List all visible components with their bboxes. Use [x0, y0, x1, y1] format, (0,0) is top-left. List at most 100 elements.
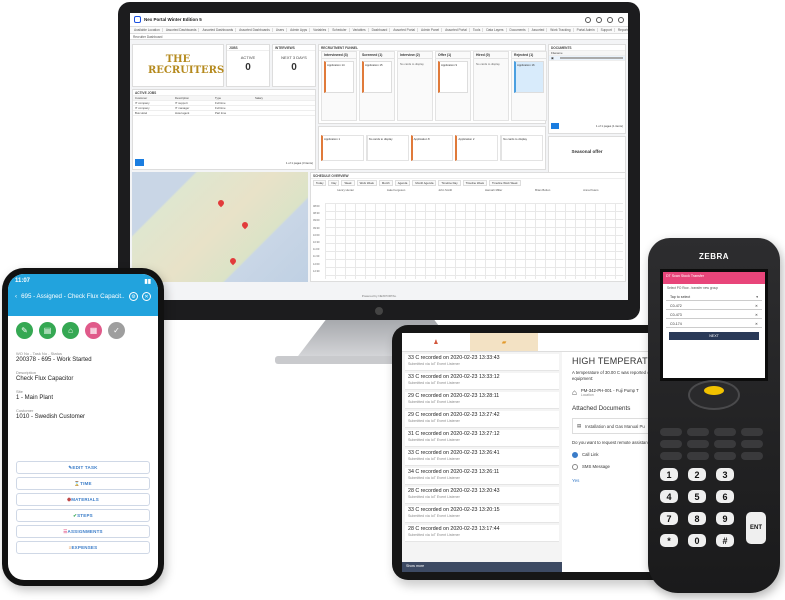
main-tab[interactable]: Tools — [471, 28, 484, 32]
jobs-column-header[interactable]: Customer — [135, 96, 169, 100]
calendar-view-button[interactable]: Day — [328, 180, 340, 186]
main-tab[interactable]: Support — [599, 28, 615, 32]
pipeline-card[interactable]: Application 9 — [438, 61, 468, 93]
map-pin-icon[interactable] — [228, 256, 238, 266]
checklist-icon[interactable]: ▤ — [39, 322, 56, 339]
calendar-view-button[interactable]: Today — [313, 180, 327, 186]
keypad-key-5[interactable]: 5 — [688, 490, 706, 503]
show-more-link[interactable]: Show more — [402, 562, 562, 572]
calendar-view-button[interactable]: Timeline Day — [438, 180, 461, 186]
calendar-view-button[interactable]: Week — [341, 180, 355, 186]
main-tab[interactable]: Assorted Dashboards — [164, 28, 200, 32]
main-tab[interactable]: Assorted — [530, 28, 548, 32]
scanner-next-button[interactable]: NEXT — [669, 332, 759, 340]
scanner-list-row[interactable]: C0-473 ✕ — [666, 312, 762, 319]
back-icon[interactable]: ‹ — [15, 293, 17, 300]
calendar-icon[interactable]: ▦ — [85, 322, 102, 339]
settings-icon[interactable] — [596, 16, 602, 23]
pipeline-card[interactable]: Application 1 — [321, 135, 364, 161]
materials-button[interactable]: ⬣ MATERIALS — [16, 493, 150, 506]
document-row[interactable]: ▣ — [549, 56, 625, 61]
main-tab[interactable]: Data Layers — [484, 28, 507, 32]
event-list-item[interactable]: 33 C recorded on 2020-02-23 13:26:41 Subm… — [405, 449, 559, 466]
enter-key[interactable]: ENT — [746, 512, 766, 544]
function-key[interactable] — [660, 452, 682, 460]
map-pin-icon[interactable] — [240, 220, 250, 230]
main-tab[interactable]: Portal Admin — [575, 28, 598, 32]
keypad-key-6[interactable]: 6 — [716, 490, 734, 503]
main-tab[interactable]: Dashboard — [370, 28, 391, 32]
notifications-icon[interactable] — [585, 16, 591, 23]
main-tab[interactable]: Work Tracking — [548, 28, 574, 32]
scanner-select[interactable]: Tap to select ▾ — [666, 294, 762, 301]
pipeline-card[interactable]: Application 14 — [324, 61, 354, 93]
function-key[interactable] — [687, 428, 709, 436]
event-list-item[interactable]: 28 C recorded on 2020-02-23 13:20:43 Subm… — [405, 487, 559, 504]
keypad-key-4[interactable]: 4 — [660, 490, 678, 503]
scan-trigger-button[interactable] — [704, 386, 724, 395]
calendar-view-button[interactable]: Timeline Work Week — [488, 180, 521, 186]
function-key[interactable] — [741, 452, 763, 460]
home-icon[interactable]: ⌂ — [62, 322, 79, 339]
function-key[interactable] — [741, 428, 763, 436]
keypad-key-7[interactable]: 7 — [660, 512, 678, 525]
keypad-key-*[interactable]: * — [660, 534, 678, 547]
function-key[interactable] — [660, 440, 682, 448]
keypad-key-8[interactable]: 8 — [688, 512, 706, 525]
map-pin-icon[interactable] — [216, 198, 226, 208]
jobs-column-header[interactable]: Description — [175, 96, 209, 100]
user-avatar-icon[interactable] — [618, 16, 624, 23]
event-list-item[interactable]: 33 C recorded on 2020-02-23 13:33:12 Subm… — [405, 373, 559, 390]
tablet-tab-worker[interactable]: ♟ — [402, 333, 470, 351]
calendar-view-button[interactable]: Timeline Week — [462, 180, 487, 186]
calendar-view-button[interactable]: Work Week — [356, 180, 377, 186]
scanner-list-row[interactable]: C0-472 ✕ — [666, 303, 762, 310]
function-key[interactable] — [714, 440, 736, 448]
check-icon[interactable]: ✓ — [108, 322, 125, 339]
event-list-item[interactable]: 33 C recorded on 2020-02-23 13:33:43 Subm… — [405, 354, 559, 371]
remove-icon[interactable]: ✕ — [755, 304, 758, 308]
event-list-item[interactable]: 33 C recorded on 2020-02-23 13:20:15 Subm… — [405, 506, 559, 523]
keypad-key-2[interactable]: 2 — [688, 468, 706, 481]
remove-icon[interactable]: ✕ — [755, 322, 758, 326]
event-list-item[interactable]: 29 C recorded on 2020-02-23 13:28:11 Subm… — [405, 392, 559, 409]
calendar-view-button[interactable]: Month Agenda — [412, 180, 437, 186]
close-icon[interactable]: ✕ — [142, 292, 151, 301]
scanner-list-row[interactable]: C0-174 ✕ — [666, 321, 762, 328]
edit-task-button[interactable]: ✎ EDIT TASK — [16, 461, 150, 474]
event-list-item[interactable]: 28 C recorded on 2020-02-23 13:17:44 Subm… — [405, 525, 559, 542]
function-key[interactable] — [687, 452, 709, 460]
jobs-column-header[interactable]: Salary — [255, 96, 289, 100]
main-tab[interactable]: Available Location — [132, 28, 163, 32]
remove-icon[interactable]: ✕ — [755, 313, 758, 317]
keypad-key-9[interactable]: 9 — [716, 512, 734, 525]
function-key[interactable] — [687, 440, 709, 448]
main-tab[interactable]: Assorted Portal — [391, 28, 419, 32]
calendar-view-button[interactable]: Agenda — [394, 180, 411, 186]
main-tab[interactable]: Assorted Portal — [443, 28, 470, 32]
main-tab[interactable]: Scheduler — [330, 28, 350, 32]
pipeline-card[interactable]: Application 15 — [362, 61, 392, 93]
candidates-map[interactable] — [132, 172, 308, 282]
main-tab[interactable]: Variables — [311, 28, 330, 32]
main-tab[interactable]: Admin Apps — [288, 28, 311, 32]
function-key[interactable] — [714, 452, 736, 460]
main-tab[interactable]: Documents — [508, 28, 529, 32]
settings-icon[interactable]: ⚙ — [129, 292, 138, 301]
time-button[interactable]: ⌛ TIME — [16, 477, 150, 490]
main-tab[interactable]: Users — [274, 28, 288, 32]
keypad-key-1[interactable]: 1 — [660, 468, 678, 481]
main-tab[interactable]: Admin Panel — [419, 28, 443, 32]
keypad-key-#[interactable]: # — [716, 534, 734, 547]
keypad-key-0[interactable]: 0 — [688, 534, 706, 547]
event-list-item[interactable]: 31 C recorded on 2020-02-23 13:27:12 Subm… — [405, 430, 559, 447]
pipeline-card[interactable]: Application 2 — [455, 135, 499, 161]
main-tab[interactable]: Variables — [351, 28, 369, 32]
help-icon[interactable] — [607, 16, 613, 23]
pipeline-card[interactable]: Application 8 — [410, 135, 454, 161]
edit-icon[interactable]: ✎ — [16, 322, 33, 339]
main-tab[interactable]: Assorted Dashboards — [237, 28, 273, 32]
jobs-page-button[interactable] — [135, 159, 144, 166]
scanner-nav-pad[interactable] — [688, 380, 740, 410]
expenses-button[interactable]: ≡ EXPENSES — [16, 541, 150, 554]
